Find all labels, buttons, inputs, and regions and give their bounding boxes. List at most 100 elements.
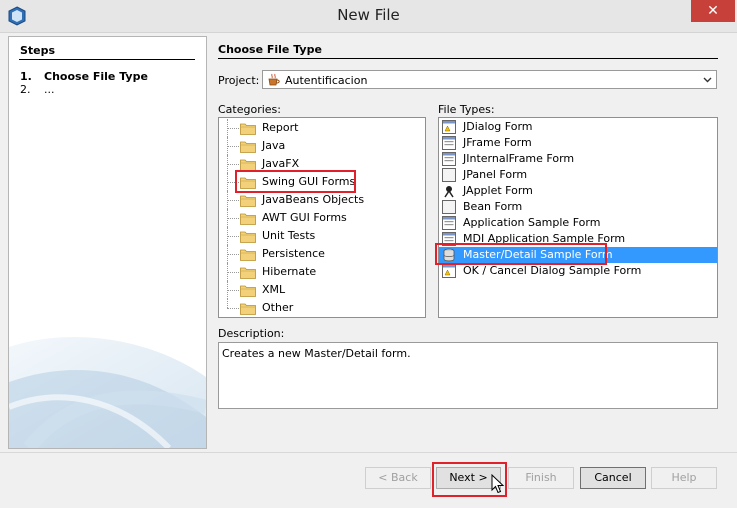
file-type-label: JInternalFrame Form (463, 152, 575, 165)
button-bar-divider (0, 452, 737, 453)
tree-line (227, 128, 239, 129)
category-item[interactable]: JavaBeans Objects (219, 191, 425, 209)
folder-icon (240, 231, 256, 243)
chevron-down-icon[interactable] (702, 74, 713, 85)
folder-icon (240, 213, 256, 225)
tree-line (227, 299, 228, 308)
category-label: Other (262, 301, 294, 314)
title-divider (218, 58, 718, 59)
mouse-cursor-icon (491, 474, 505, 494)
close-icon: ✕ (707, 3, 719, 19)
category-item[interactable]: XML (219, 281, 425, 299)
panel-form-icon (442, 168, 456, 182)
category-item[interactable]: Java (219, 137, 425, 155)
category-label: XML (262, 283, 286, 296)
finish-button[interactable]: Finish (508, 467, 574, 489)
close-window-button[interactable]: ✕ (691, 0, 735, 22)
project-label: Project: (218, 74, 260, 87)
decorative-swoosh (9, 337, 206, 448)
project-value: Autentificacion (285, 74, 368, 87)
tree-line (227, 308, 239, 309)
description-box: Creates a new Master/Detail form. (218, 342, 718, 409)
internal-frame-form-icon (442, 152, 456, 166)
file-type-label: JPanel Form (463, 168, 528, 181)
folder-icon (240, 123, 256, 135)
frame-form-icon (442, 136, 456, 150)
tree-line (227, 164, 239, 165)
help-button[interactable]: Help (651, 467, 717, 489)
file-type-item[interactable]: Bean Form (439, 199, 717, 215)
application-form-icon (442, 216, 456, 230)
swing-gui-forms-highlight (235, 170, 356, 193)
category-label: Java (262, 139, 286, 152)
file-types-list[interactable]: JDialog Form JFrame Form JInternalFrame Fo… (438, 117, 718, 318)
file-type-item[interactable]: JDialog Form (439, 119, 717, 135)
title-bar[interactable]: New File ✕ (0, 0, 737, 33)
category-item[interactable]: Other (219, 299, 425, 317)
step-number: 1. (20, 70, 32, 83)
folder-icon (240, 249, 256, 261)
file-type-item[interactable]: JFrame Form (439, 135, 717, 151)
tree-line (227, 146, 239, 147)
categories-label: Categories: (218, 103, 281, 116)
category-item[interactable]: Persistence (219, 245, 425, 263)
categories-tree[interactable]: Report Java JavaFX Swing GUI Forms JavaBeans… (218, 117, 426, 318)
description-label: Description: (218, 327, 285, 340)
category-label: Hibernate (262, 265, 317, 278)
folder-icon (240, 141, 256, 153)
file-type-item[interactable]: OK / Cancel Dialog Sample Form (439, 263, 717, 279)
tree-line (227, 236, 239, 237)
back-button[interactable]: < Back (365, 467, 431, 489)
category-label: Unit Tests (262, 229, 316, 242)
tree-line (227, 290, 239, 291)
applet-form-icon (444, 186, 454, 198)
page-title: Choose File Type (218, 43, 322, 56)
file-type-label: JFrame Form (463, 136, 532, 149)
new-file-dialog: New File ✕ Steps 1. Choose File Type 2...… (0, 0, 737, 508)
coffee-cup-icon (268, 73, 280, 86)
tree-line (227, 218, 239, 219)
file-type-label: Bean Form (463, 200, 523, 213)
category-label: JavaBeans Objects (262, 193, 365, 206)
window-title: New File (337, 6, 400, 24)
file-type-item[interactable]: Application Sample Form (439, 215, 717, 231)
cancel-button[interactable]: Cancel (580, 467, 646, 489)
step-label: ... (44, 83, 55, 96)
file-type-label: OK / Cancel Dialog Sample Form (463, 264, 642, 277)
master-detail-highlight (435, 243, 607, 265)
category-item[interactable]: Report (219, 119, 425, 137)
steps-panel: Steps 1. Choose File Type 2.... (8, 36, 207, 449)
category-item[interactable]: Unit Tests (219, 227, 425, 245)
category-label: Report (262, 121, 299, 134)
category-item[interactable]: Hibernate (219, 263, 425, 281)
bean-form-icon (442, 200, 456, 214)
steps-divider (19, 59, 195, 60)
file-type-item[interactable]: JApplet Form (439, 183, 717, 199)
folder-icon (240, 303, 256, 315)
step-1: 1. Choose File Type (20, 70, 148, 83)
project-select[interactable]: Autentificacion (262, 70, 717, 89)
folder-icon (240, 285, 256, 297)
file-type-item[interactable]: JInternalFrame Form (439, 151, 717, 167)
tree-line (227, 272, 239, 273)
file-type-label: Application Sample Form (463, 216, 601, 229)
category-label: Persistence (262, 247, 325, 260)
category-label: AWT GUI Forms (262, 211, 347, 224)
tree-line (227, 254, 239, 255)
tree-line (227, 200, 239, 201)
file-type-label: JDialog Form (463, 120, 533, 133)
folder-icon (240, 267, 256, 279)
steps-title: Steps (20, 44, 56, 57)
folder-icon (240, 195, 256, 207)
file-types-label: File Types: (438, 103, 495, 116)
description-text: Creates a new Master/Detail form. (222, 347, 411, 360)
step-2: 2.... (20, 83, 55, 96)
dialog-form-icon (442, 264, 456, 278)
file-type-item[interactable]: JPanel Form (439, 167, 717, 183)
step-number: 2. (20, 83, 31, 96)
dialog-form-icon (442, 120, 456, 134)
step-label: Choose File Type (44, 70, 148, 83)
category-label: JavaFX (262, 157, 300, 170)
file-type-label: JApplet Form (463, 184, 533, 197)
category-item[interactable]: AWT GUI Forms (219, 209, 425, 227)
